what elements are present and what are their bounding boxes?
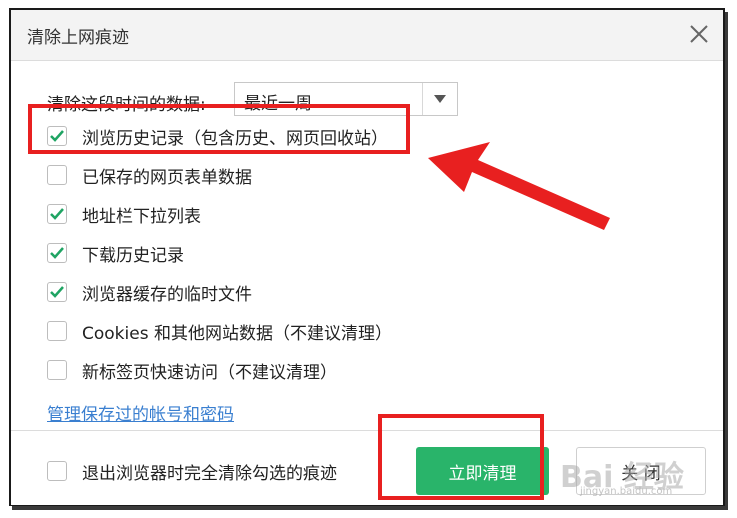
option-label: 浏览历史记录（包含历史、网页回收站） xyxy=(82,128,388,149)
option-label: 新标签页快速访问（不建议清理） xyxy=(82,362,337,383)
option-new-tab-quick-access[interactable]: 新标签页快速访问（不建议清理） xyxy=(47,358,337,383)
checkbox[interactable] xyxy=(47,126,67,146)
time-range-label: 清除这段时间的数据: xyxy=(47,95,206,115)
option-download-history[interactable]: 下载历史记录 xyxy=(47,241,184,266)
dialog-titlebar: 清除上网痕迹 xyxy=(11,10,723,61)
checkbox[interactable] xyxy=(47,243,67,263)
check-icon xyxy=(50,208,64,220)
clear-now-button[interactable]: 立即清理 xyxy=(416,447,549,495)
checkbox[interactable] xyxy=(47,461,67,481)
time-range-value: 最近一周 xyxy=(244,94,312,114)
checkbox[interactable] xyxy=(47,360,67,380)
option-label: 地址栏下拉列表 xyxy=(82,206,201,227)
time-range-select[interactable]: 最近一周 xyxy=(234,82,458,116)
option-label: Cookies 和其他网站数据（不建议清理） xyxy=(82,323,392,344)
chevron-down-icon[interactable] xyxy=(422,83,457,115)
check-icon xyxy=(50,130,64,142)
checkbox[interactable] xyxy=(47,282,67,302)
option-label: 浏览器缓存的临时文件 xyxy=(82,284,252,305)
check-icon xyxy=(50,286,64,298)
dialog-title: 清除上网痕迹 xyxy=(27,28,129,48)
close-button[interactable]: 关 闭 xyxy=(576,447,706,495)
option-browsing-history[interactable]: 浏览历史记录（包含历史、网页回收站） xyxy=(47,124,388,149)
checkbox[interactable] xyxy=(47,204,67,224)
manage-passwords-link[interactable]: 管理保存过的帐号和密码 xyxy=(47,400,234,425)
option-clear-on-exit[interactable]: 退出浏览器时完全清除勾选的痕迹 xyxy=(47,459,337,484)
checkbox[interactable] xyxy=(47,321,67,341)
option-cookies[interactable]: Cookies 和其他网站数据（不建议清理） xyxy=(47,319,392,344)
option-cache-files[interactable]: 浏览器缓存的临时文件 xyxy=(47,280,252,305)
dialog-footer: 退出浏览器时完全清除勾选的痕迹 立即清理 关 闭 xyxy=(11,430,723,505)
check-icon xyxy=(50,247,64,259)
option-form-data[interactable]: 已保存的网页表单数据 xyxy=(47,163,252,188)
close-icon[interactable] xyxy=(685,20,713,48)
option-label: 已保存的网页表单数据 xyxy=(82,167,252,188)
clear-history-dialog: 清除上网痕迹 清除这段时间的数据: 最近一周 浏览历史记录（包含历史、网页回收站… xyxy=(9,8,725,506)
option-address-bar-list[interactable]: 地址栏下拉列表 xyxy=(47,202,201,227)
checkbox[interactable] xyxy=(47,165,67,185)
option-label: 下载历史记录 xyxy=(82,245,184,266)
option-label: 退出浏览器时完全清除勾选的痕迹 xyxy=(82,463,337,484)
